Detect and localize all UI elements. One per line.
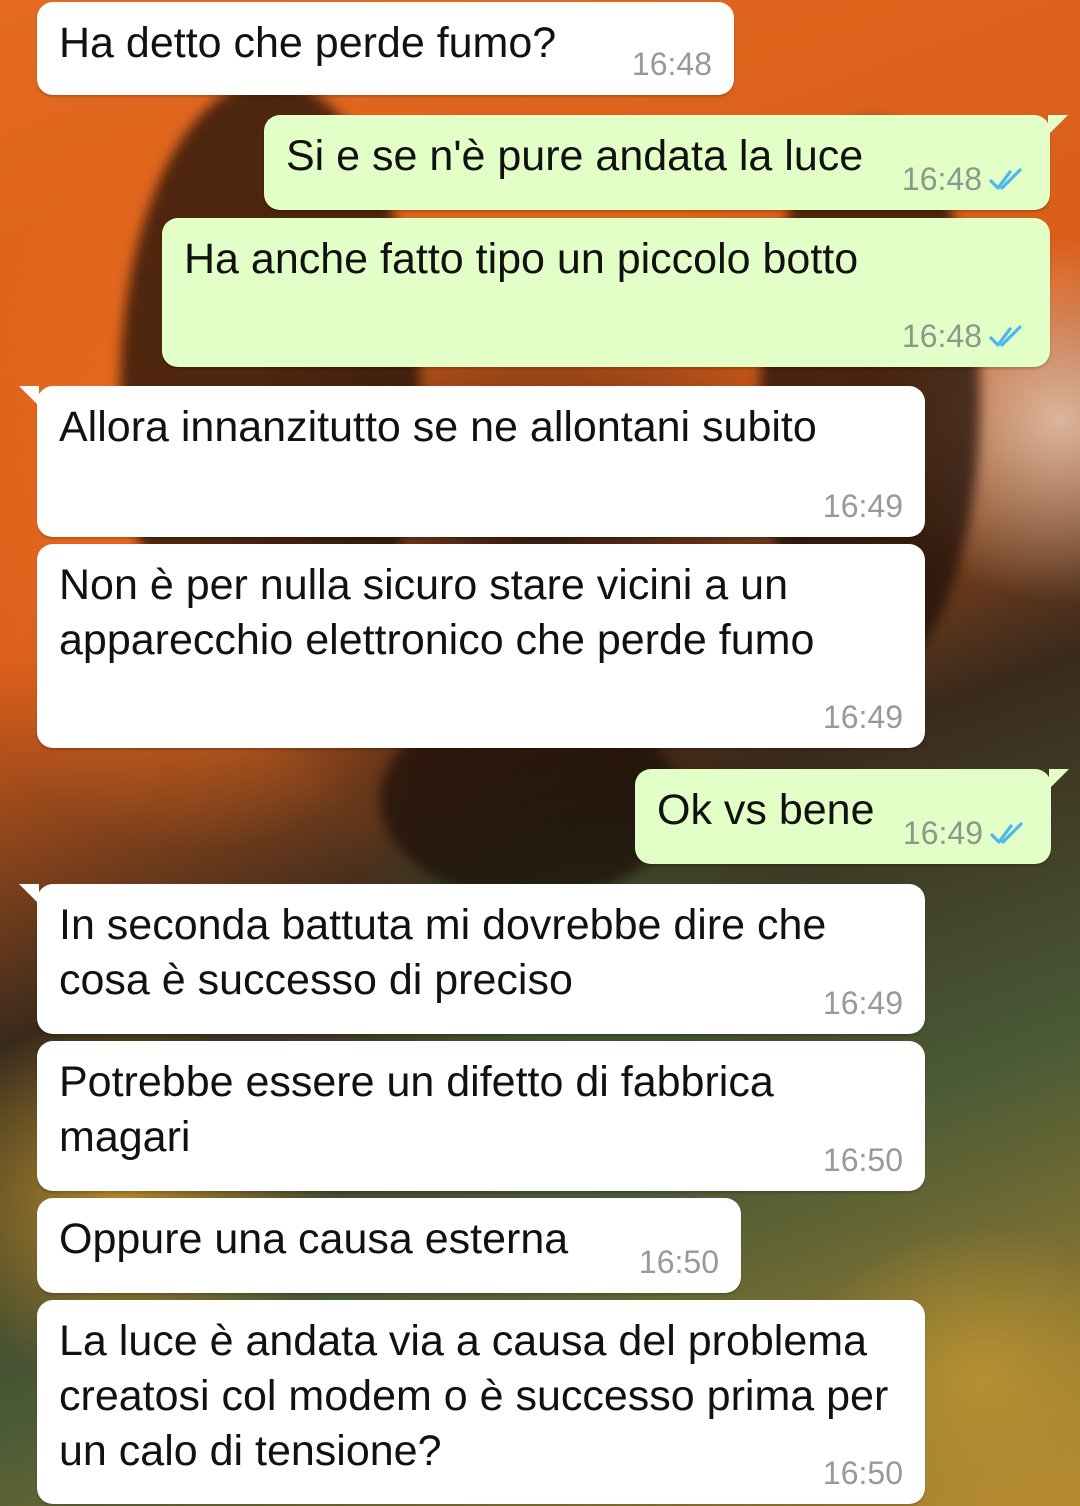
message-text: In seconda battuta mi dovrebbe dire che … — [59, 901, 827, 1004]
message-meta: 16:50 — [823, 1142, 903, 1179]
outgoing-message[interactable]: Ha anche fatto tipo un piccolo botto 16:… — [162, 218, 1050, 367]
message-time: 16:49 — [822, 985, 903, 1021]
message-time: 16:49 — [902, 815, 983, 851]
message-meta: 16:49 — [823, 699, 903, 736]
message-meta: 16:49 — [903, 815, 1029, 852]
incoming-message[interactable]: In seconda battuta mi dovrebbe dire che … — [19, 884, 925, 1034]
bubble-tail — [1049, 769, 1069, 789]
message-text: Allora innanzitutto se ne allontani subi… — [59, 403, 817, 451]
incoming-message[interactable]: Ha detto che perde fumo? 16:48 — [37, 2, 734, 95]
message-text: Ha detto che perde fumo? — [59, 19, 557, 67]
message-time: 16:48 — [631, 46, 712, 82]
outgoing-message[interactable]: Si e se n'è pure andata la luce 16:48 — [264, 115, 1068, 210]
message-meta: 16:48 — [632, 46, 712, 83]
read-receipt-icon — [990, 821, 1023, 844]
read-receipt-icon — [989, 167, 1022, 190]
bubble-tail — [19, 386, 39, 406]
message-meta: 16:50 — [823, 1455, 903, 1492]
message-text: Potrebbe essere un difetto di fabbrica m… — [59, 1058, 774, 1161]
message-time: 16:50 — [638, 1244, 719, 1280]
incoming-message[interactable]: La luce è andata via a causa del problem… — [37, 1300, 925, 1504]
message-time: 16:50 — [822, 1142, 903, 1178]
message-text: Oppure una causa esterna — [59, 1215, 569, 1263]
message-meta: 16:48 — [902, 318, 1028, 355]
message-text: Ha anche fatto tipo un piccolo botto — [184, 235, 859, 283]
read-receipt-icon — [989, 324, 1022, 347]
message-meta: 16:49 — [823, 488, 903, 525]
message-time: 16:49 — [822, 488, 903, 524]
message-time: 16:48 — [901, 318, 982, 354]
message-time: 16:48 — [901, 161, 982, 197]
message-meta: 16:50 — [639, 1244, 719, 1281]
incoming-message[interactable]: Oppure una causa esterna 16:50 — [37, 1198, 741, 1293]
incoming-message[interactable]: Potrebbe essere un difetto di fabbrica m… — [37, 1041, 925, 1191]
message-meta: 16:48 — [902, 161, 1028, 198]
outgoing-message[interactable]: Ok vs bene 16:49 — [635, 769, 1069, 864]
bubble-tail — [1048, 115, 1068, 135]
message-time: 16:50 — [822, 1455, 903, 1491]
incoming-message[interactable]: Allora innanzitutto se ne allontani subi… — [19, 386, 925, 537]
chat-message-list[interactable]: Ha detto che perde fumo? 16:48 Si e se n… — [0, 0, 1080, 1506]
message-meta: 16:49 — [823, 985, 903, 1022]
message-time: 16:49 — [822, 699, 903, 735]
bubble-tail — [19, 884, 39, 904]
message-text: La luce è andata via a causa del problem… — [59, 1317, 889, 1475]
incoming-message[interactable]: Non è per nulla sicuro stare vicini a un… — [37, 544, 925, 748]
message-text: Non è per nulla sicuro stare vicini a un… — [59, 561, 815, 664]
